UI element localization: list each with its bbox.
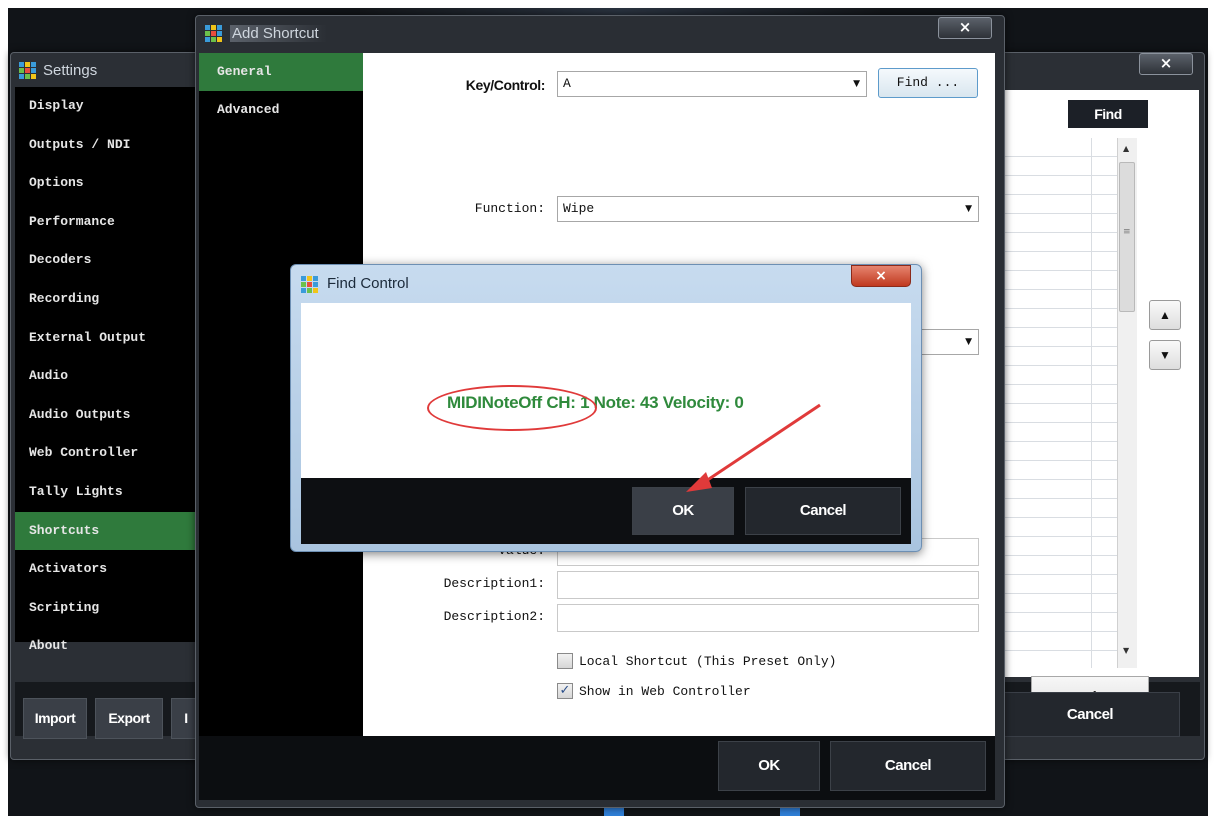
arrow-shaft (699, 403, 821, 487)
annotation-arrow (686, 403, 821, 492)
arrow-head-icon (686, 472, 712, 492)
